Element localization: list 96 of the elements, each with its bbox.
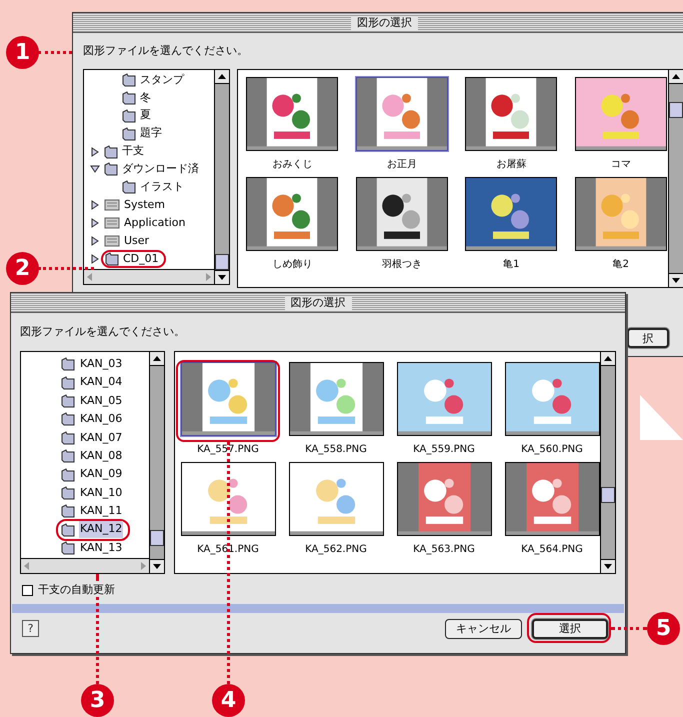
thumbnail-label: 亀2 [612,259,629,271]
vertical-scrollbar[interactable] [214,70,229,284]
thumbnail-label: KA_558.PNG [305,444,367,456]
tree-item[interactable]: KAN_06 [79,411,124,428]
step-number: 2 [6,252,39,285]
thumbnail-label: コマ [610,159,631,171]
vertical-scrollbar[interactable] [600,352,615,573]
tree-item[interactable]: KAN_09 [79,466,124,483]
dialog-button[interactable]: 択 [627,328,669,348]
scroll-thumb[interactable] [150,530,164,546]
folder-icon [122,72,136,87]
folder-icon [104,162,118,176]
thumbnail-label: 亀1 [503,259,520,271]
thumbnail-label: KA_557.PNG [197,444,259,456]
disclosure-triangle-icon[interactable] [90,218,100,228]
checkbox[interactable] [22,584,33,596]
window-title: 図形の選択 [284,296,352,310]
instruction-text: 図形ファイルを選んでください。 [20,324,185,340]
folder-icon [122,90,136,105]
folder-icon [61,486,75,500]
thumbnail-label: KA_563.PNG [413,544,475,556]
step-number: 1 [6,36,39,69]
leader-line [96,574,99,580]
step-number: 3 [81,684,114,717]
thumbnail-label: KA_564.PNG [521,544,583,556]
folder-icon [61,522,75,537]
tree-item[interactable]: スタンプ [140,72,184,88]
disclosure-triangle-icon[interactable] [90,236,100,246]
tree-item[interactable]: 干支 [122,143,144,160]
folder-icon [61,357,75,372]
tree-item[interactable]: KAN_12 [79,521,124,538]
help-button[interactable]: ? [22,620,39,637]
tree-item[interactable]: Application [124,214,186,232]
dialog-button[interactable]: 選択 [532,618,608,638]
folder-icon [122,126,136,141]
tree-item[interactable]: 題字 [140,125,162,142]
folder-icon [105,252,119,266]
folder-icon [61,449,75,464]
disclosure-triangle-icon[interactable] [90,200,100,210]
thumbnail-label: しめ飾り [272,259,312,271]
window-title: 図形の選択 [351,16,418,30]
tree-item[interactable]: 夏 [140,107,151,124]
folder-icon [61,468,75,482]
thumbnail-label: KA_561.PNG [197,544,259,556]
folder-icon [104,144,118,158]
tree-item[interactable]: KAN_03 [79,356,124,372]
tree-item[interactable]: System [124,196,166,214]
step-number: 4 [212,684,245,717]
scroll-up-arrow-icon[interactable] [604,356,612,361]
scroll-down-arrow-icon[interactable] [153,564,161,569]
tree-item[interactable]: KAN_08 [79,448,124,464]
disclosure-triangle-icon[interactable] [90,164,100,174]
scroll-up-arrow-icon[interactable] [153,356,161,361]
instruction-text: 図形ファイルを選んでください。 [83,42,248,59]
scroll-thumb[interactable] [215,254,229,270]
folder-icon [122,108,136,123]
folder-icon [61,504,75,518]
thumbnail-label: KA_559.PNG [413,444,475,456]
scroll-down-arrow-icon[interactable] [218,275,226,280]
folder-icon [122,180,136,194]
folder-icon [61,412,75,426]
scroll-up-arrow-icon[interactable] [218,74,226,79]
tree-item[interactable]: KAN_13 [79,540,124,556]
scroll-thumb[interactable] [669,102,683,118]
tree-item[interactable]: ダウンロード済 [122,161,199,178]
tree-item[interactable]: KAN_11 [79,503,124,520]
thumbnail-label: お屠蘇 [496,159,526,171]
tree-item[interactable]: CD_01 [123,250,159,268]
scroll-thumb[interactable] [601,487,615,503]
tree-item[interactable]: 冬 [140,90,151,106]
disclosure-triangle-icon[interactable] [90,146,100,156]
thumbnail-label: おみくじ [272,159,312,171]
folder-icon [61,376,75,390]
folder-icon [61,430,75,445]
step-number: 5 [647,612,680,645]
checkbox-label: 干支の自動更新 [38,582,115,598]
dialog-button[interactable]: キャンセル [445,618,522,638]
tree-item[interactable]: KAN_10 [79,484,124,502]
folder-icon [61,541,75,556]
thumbnail-label: KA_562.PNG [305,544,367,556]
vertical-scrollbar[interactable] [668,70,683,287]
tree-item[interactable]: User [124,232,150,250]
tree-item[interactable]: KAN_05 [79,392,124,410]
scroll-down-arrow-icon[interactable] [672,278,680,283]
tree-item[interactable]: KAN_04 [79,374,124,391]
vertical-scrollbar[interactable] [149,352,164,573]
triangle-shape [640,395,683,440]
thumbnail-label: お正月 [386,159,417,171]
disclosure-triangle-icon[interactable] [90,254,100,264]
scroll-down-arrow-icon[interactable] [604,564,612,569]
thumbnail-label: 羽根つき [382,259,422,271]
folder-icon [61,394,75,408]
scroll-up-arrow-icon[interactable] [672,74,680,79]
thumbnail-label: KA_560.PNG [521,444,583,456]
tree-item[interactable]: イラスト [140,179,184,196]
tree-item[interactable]: KAN_07 [79,430,124,446]
